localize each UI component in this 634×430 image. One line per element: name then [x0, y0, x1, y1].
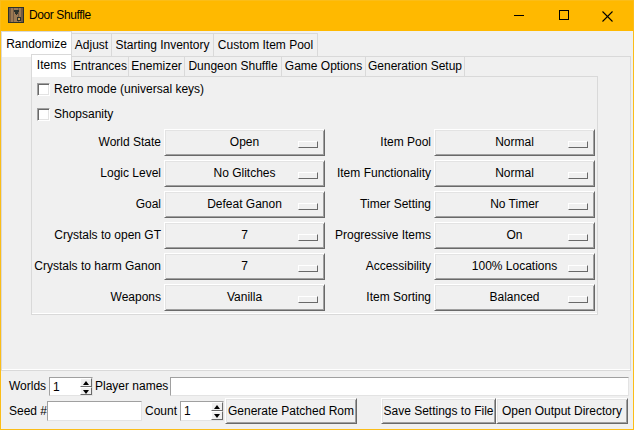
dropdown-indicator-icon: [298, 203, 318, 210]
item-sorting-value: Balanced: [489, 290, 539, 304]
worlds-spinner[interactable]: 1: [49, 377, 93, 396]
tab-starting-inventory[interactable]: Starting Inventory: [112, 33, 214, 56]
app-icon: [8, 7, 24, 23]
item-functionality-label: Item Functionality: [330, 160, 431, 187]
progressive-items-label: Progressive Items: [330, 222, 431, 249]
progressive-items-value: On: [506, 228, 522, 242]
count-spinner[interactable]: 1: [180, 401, 224, 421]
logic-level-value: No Glitches: [213, 166, 275, 180]
dropdown-indicator-icon: [568, 296, 588, 303]
item-functionality-value: Normal: [495, 166, 534, 180]
retro-mode-label: Retro mode (universal keys): [54, 83, 204, 96]
accessibility-label: Accessibility: [330, 253, 431, 280]
close-icon[interactable]: [602, 11, 613, 22]
crystals-gt-value: 7: [241, 228, 248, 242]
dropdown-indicator-icon: [568, 141, 588, 148]
player-names-input[interactable]: [170, 377, 629, 396]
crystals-ganon-value: 7: [241, 259, 248, 273]
world-state-value: Open: [230, 135, 259, 149]
crystals-ganon-dropdown[interactable]: 7: [164, 253, 325, 280]
accessibility-dropdown[interactable]: 100% Locations: [434, 253, 595, 280]
generate-rom-button[interactable]: Generate Patched Rom: [225, 398, 357, 424]
save-settings-button[interactable]: Save Settings to File: [381, 398, 496, 424]
window-title: Door Shuffle: [29, 0, 91, 30]
titlebar: Door Shuffle: [0, 0, 634, 31]
tab-entrances[interactable]: Entrances: [72, 57, 129, 76]
world-state-label: World State: [33, 129, 161, 156]
dropdown-indicator-icon: [298, 234, 318, 241]
tab-generation-setup[interactable]: Generation Setup: [366, 57, 465, 76]
dropdown-indicator-icon: [298, 296, 318, 303]
crystals-gt-label: Crystals to open GT: [33, 222, 161, 249]
world-state-dropdown[interactable]: Open: [164, 129, 325, 156]
worlds-label: Worlds: [9, 377, 46, 396]
logic-level-dropdown[interactable]: No Glitches: [164, 160, 325, 187]
goal-dropdown[interactable]: Defeat Ganon: [164, 191, 325, 218]
tab-custom-item-pool[interactable]: Custom Item Pool: [214, 33, 318, 56]
weapons-dropdown[interactable]: Vanilla: [164, 284, 325, 311]
dropdown-indicator-icon: [298, 265, 318, 272]
minimize-icon[interactable]: [514, 15, 524, 16]
dropdown-indicator-icon: [568, 203, 588, 210]
seed-label: Seed #: [9, 401, 47, 421]
seed-input[interactable]: [47, 401, 142, 421]
player-names-label: Player names: [95, 377, 168, 396]
dropdown-indicator-icon: [298, 141, 318, 148]
retro-mode-checkbox[interactable]: [37, 83, 50, 96]
crystals-gt-dropdown[interactable]: 7: [164, 222, 325, 249]
tab-enemizer[interactable]: Enemizer: [129, 57, 185, 76]
goal-value: Defeat Ganon: [207, 197, 282, 211]
shopsanity-checkbox[interactable]: [37, 108, 50, 121]
timer-setting-label: Timer Setting: [330, 191, 431, 218]
logic-level-label: Logic Level: [33, 160, 161, 187]
weapons-label: Weapons: [33, 284, 161, 311]
shopsanity-label: Shopsanity: [54, 108, 113, 121]
tab-dungeon-shuffle[interactable]: Dungeon Shuffle: [185, 57, 282, 76]
tab-items[interactable]: Items: [31, 54, 72, 77]
maximize-icon[interactable]: [559, 10, 569, 20]
window: Door Shuffle Randomize Adjust Starting I…: [0, 0, 634, 430]
goal-label: Goal: [33, 191, 161, 218]
dropdown-indicator-icon: [568, 265, 588, 272]
dropdown-indicator-icon: [298, 172, 318, 179]
crystals-ganon-label: Crystals to harm Ganon: [33, 253, 161, 280]
item-sorting-dropdown[interactable]: Balanced: [434, 284, 595, 311]
worlds-value: 1: [53, 378, 60, 395]
open-output-button[interactable]: Open Output Directory: [496, 398, 628, 424]
item-functionality-dropdown[interactable]: Normal: [434, 160, 595, 187]
worlds-spin-up-icon[interactable]: [80, 378, 92, 387]
timer-setting-dropdown[interactable]: No Timer: [434, 191, 595, 218]
progressive-items-dropdown[interactable]: On: [434, 222, 595, 249]
weapons-value: Vanilla: [227, 290, 262, 304]
dropdown-indicator-icon: [568, 172, 588, 179]
dropdown-indicator-icon: [568, 234, 588, 241]
count-spin-up-icon[interactable]: [211, 402, 223, 411]
item-pool-value: Normal: [495, 135, 534, 149]
item-pool-dropdown[interactable]: Normal: [434, 129, 595, 156]
count-value: 1: [184, 402, 191, 420]
accessibility-value: 100% Locations: [472, 259, 557, 273]
worlds-spin-down-icon[interactable]: [80, 387, 92, 396]
count-spin-down-icon[interactable]: [211, 411, 223, 420]
tab-adjust[interactable]: Adjust: [72, 33, 112, 56]
item-sorting-label: Item Sorting: [330, 284, 431, 311]
item-pool-label: Item Pool: [330, 129, 431, 156]
tab-game-options[interactable]: Game Options: [282, 57, 366, 76]
count-label: Count: [142, 401, 177, 421]
timer-setting-value: No Timer: [490, 197, 539, 211]
